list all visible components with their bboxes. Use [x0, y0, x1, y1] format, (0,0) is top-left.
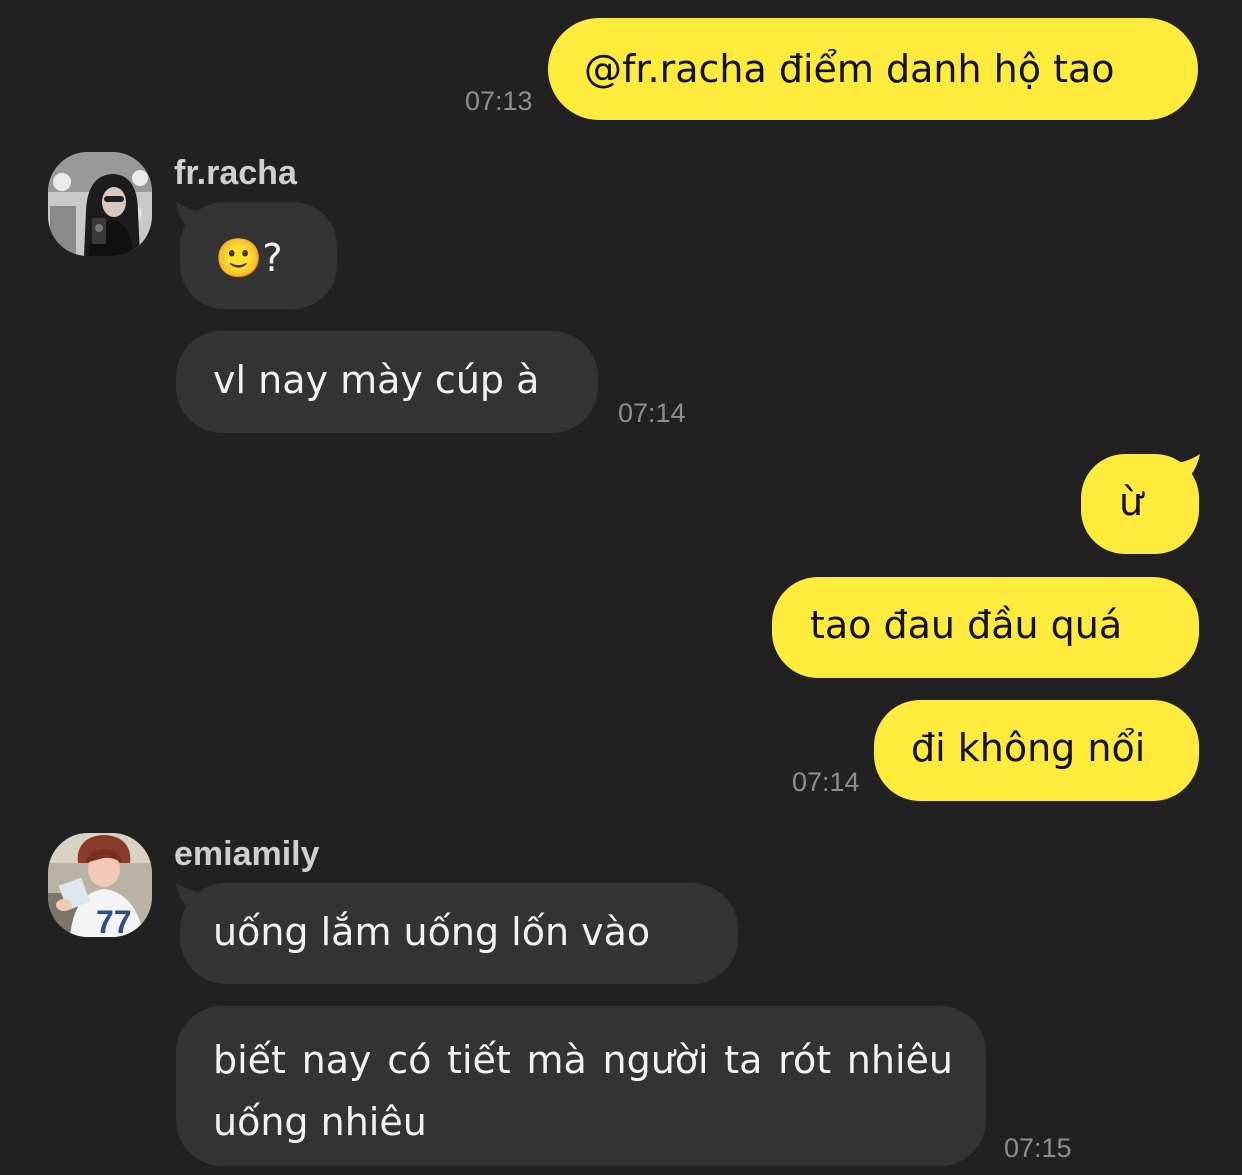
- chat-thread: @fr.racha điểm danh hộ tao 07:13 fr.rach…: [0, 0, 1242, 1175]
- message-timestamp: 07:14: [618, 398, 686, 428]
- svg-text:77: 77: [96, 904, 132, 937]
- message-timestamp: 07:14: [792, 767, 860, 797]
- message-bubble-outgoing[interactable]: @fr.racha điểm danh hộ tao: [548, 18, 1198, 120]
- avatar-photo-girl-jersey-77-icon: 77: [48, 833, 152, 937]
- message-bubble-incoming[interactable]: uống lắm uống lốn vào: [180, 883, 738, 984]
- message-text: ừ: [1119, 480, 1144, 524]
- avatar-photo-girl-mirror-selfie-icon: [48, 152, 152, 256]
- message-timestamp: 07:15: [1004, 1133, 1072, 1163]
- message-text: tao đau đầu quá: [810, 603, 1123, 647]
- message-text: uống lắm uống lốn vào: [213, 910, 651, 954]
- avatar-emiamily[interactable]: 77: [48, 833, 152, 937]
- message-text: đi không nổi: [911, 726, 1146, 770]
- message-bubble-incoming[interactable]: vl nay mày cúp à: [176, 331, 598, 433]
- message-bubble-incoming[interactable]: 🙂?: [180, 202, 337, 309]
- message-text: vl nay mày cúp à: [213, 358, 540, 402]
- message-bubble-outgoing[interactable]: đi không nổi: [874, 700, 1199, 801]
- message-text: 🙂?: [215, 236, 283, 280]
- message-timestamp: 07:13: [465, 86, 533, 116]
- sender-name[interactable]: fr.racha: [174, 154, 297, 193]
- avatar-fr-racha[interactable]: [48, 152, 152, 256]
- message-text: @fr.racha điểm danh hộ tao: [584, 47, 1115, 91]
- message-bubble-incoming[interactable]: biết nay có tiết mà người ta rót nhiêu u…: [176, 1006, 986, 1166]
- message-bubble-outgoing[interactable]: tao đau đầu quá: [772, 577, 1199, 678]
- message-bubble-outgoing[interactable]: ừ: [1081, 454, 1199, 554]
- sender-name[interactable]: emiamily: [174, 835, 320, 874]
- message-text: biết nay có tiết mà người ta rót nhiêu u…: [213, 1038, 953, 1144]
